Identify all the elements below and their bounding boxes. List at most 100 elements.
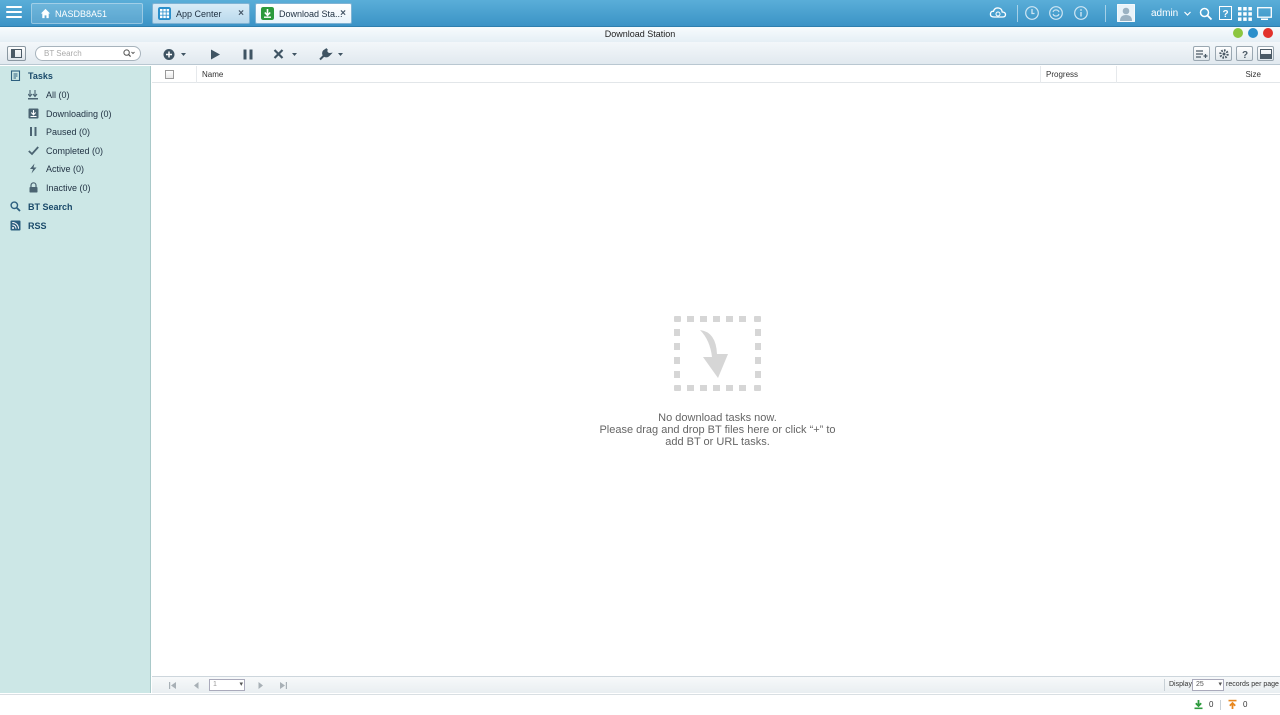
nas-home-button[interactable]: NASDB8A51	[31, 3, 143, 24]
records-per-page-value: 25	[1196, 681, 1204, 688]
next-page-icon[interactable]	[256, 681, 265, 690]
empty-message-line2: Please drag and drop BT files here or cl…	[599, 424, 836, 436]
task-list-settings-button[interactable]	[1193, 46, 1210, 61]
sidebar-item-label: All (0)	[46, 90, 70, 100]
top-bar: NASDB8A51 App Center × Download Sta... ×	[0, 0, 1280, 27]
sidebar-item-paused[interactable]: Paused (0)	[0, 123, 151, 141]
previous-page-icon[interactable]	[192, 681, 201, 690]
sidebar-item-all[interactable]: All (0)	[0, 86, 151, 104]
remove-task-button[interactable]	[272, 46, 300, 63]
user-name[interactable]: admin	[1151, 8, 1178, 19]
tab-label: App Center	[176, 9, 222, 19]
sidebar-item-label: Completed (0)	[46, 146, 104, 156]
window-title: Download Station	[604, 29, 676, 39]
close-tab-icon[interactable]: ×	[340, 4, 346, 24]
pause-icon	[30, 127, 37, 136]
search-icon[interactable]	[123, 49, 135, 58]
select-all-checkbox[interactable]	[165, 70, 174, 79]
column-header-size[interactable]: Size	[1245, 70, 1261, 79]
apps-grid-icon[interactable]	[1238, 6, 1252, 22]
desktop-icon[interactable]	[1257, 6, 1272, 22]
download-count: 0	[1209, 700, 1214, 709]
settings-button[interactable]	[1215, 46, 1232, 61]
page-number: 1	[213, 681, 217, 688]
user-avatar-icon[interactable]	[1117, 4, 1135, 22]
sync-icon[interactable]	[1048, 5, 1064, 21]
sidebar-toggle-button[interactable]	[7, 46, 26, 61]
sidebar-item-inactive[interactable]: Inactive (0)	[0, 179, 151, 197]
chevron-down-icon[interactable]	[1183, 9, 1192, 18]
pagination-bar: 1 ▾ Display 25 ▾ records per page	[152, 676, 1280, 693]
add-task-button[interactable]	[162, 46, 188, 63]
records-per-page-label: records per page	[1226, 681, 1279, 688]
display-label: Display	[1169, 681, 1192, 688]
search-icon	[10, 201, 21, 212]
checkmark-icon	[28, 146, 39, 156]
svg-text:?: ?	[1222, 9, 1228, 20]
chevron-down-icon: ▾	[1218, 681, 1222, 688]
sidebar-item-label: RSS	[28, 221, 47, 231]
sidebar-item-rss[interactable]: RSS	[0, 217, 151, 235]
status-bar: 0 0	[0, 694, 1280, 715]
maximize-icon[interactable]	[1248, 28, 1258, 38]
app-center-icon	[158, 7, 171, 20]
info-icon[interactable]	[1073, 5, 1089, 21]
separator	[1220, 700, 1221, 710]
column-divider	[196, 66, 197, 83]
search-icon[interactable]	[1199, 6, 1213, 22]
task-grid-header: Name Progress Size	[152, 66, 1280, 83]
sidebar-item-downloading[interactable]: Downloading (0)	[0, 105, 151, 123]
bt-search-input[interactable]	[44, 49, 122, 58]
page-number-select[interactable]: 1 ▾	[209, 679, 245, 691]
close-window-icon[interactable]	[1263, 28, 1273, 38]
column-header-name[interactable]: Name	[202, 70, 223, 79]
sidebar-item-bt-search[interactable]: BT Search	[0, 198, 151, 216]
start-button[interactable]	[208, 46, 222, 63]
nas-name: NASDB8A51	[55, 9, 108, 19]
clipboard-icon	[10, 70, 21, 81]
minimize-icon[interactable]	[1233, 28, 1243, 38]
sidebar-item-label: Paused (0)	[46, 127, 91, 137]
list-add-icon	[1196, 50, 1208, 58]
tab-download-station[interactable]: Download Sta... ×	[255, 3, 352, 24]
toolbar: ?	[0, 42, 1280, 65]
download-speed-icon	[1194, 700, 1203, 710]
help-button[interactable]: ?	[1236, 46, 1253, 61]
sidebar-item-completed[interactable]: Completed (0)	[0, 142, 151, 160]
main-menu-icon[interactable]	[6, 6, 22, 20]
bt-search-box	[35, 46, 141, 61]
sidebar-item-label: Active (0)	[46, 164, 85, 174]
chevron-down-icon: ▾	[239, 681, 243, 688]
sidebar-item-label: Inactive (0)	[46, 183, 91, 193]
column-divider	[1040, 66, 1041, 83]
column-divider	[1116, 66, 1117, 83]
svg-text:?: ?	[1242, 50, 1248, 60]
cloud-icon[interactable]	[989, 5, 1007, 21]
upload-speed-icon	[1228, 699, 1237, 709]
first-page-icon[interactable]	[168, 681, 177, 690]
pause-button[interactable]	[241, 46, 255, 63]
separator	[1105, 5, 1106, 22]
panel-icon	[11, 49, 22, 58]
records-per-page-select[interactable]: 25 ▾	[1192, 679, 1224, 691]
sidebar-item-active[interactable]: Active (0)	[0, 160, 151, 178]
help-icon[interactable]: ?	[1219, 6, 1232, 20]
tab-label: Download Sta...	[279, 9, 343, 19]
lock-icon	[29, 182, 38, 193]
close-tab-icon[interactable]: ×	[238, 4, 244, 24]
all-tasks-icon	[28, 90, 38, 100]
download-station-icon	[261, 7, 274, 20]
sidebar-item-tasks[interactable]: Tasks	[0, 67, 151, 85]
last-page-icon[interactable]	[279, 681, 288, 690]
background-task-icon[interactable]	[1024, 5, 1040, 21]
question-icon: ?	[1242, 50, 1248, 60]
column-header-progress[interactable]: Progress	[1046, 70, 1078, 79]
tab-app-center[interactable]: App Center ×	[152, 3, 250, 24]
downloading-icon	[28, 108, 39, 119]
tools-button[interactable]	[318, 46, 346, 63]
sidebar-item-label: Downloading (0)	[46, 109, 112, 119]
empty-state: No download tasks now. Please drag and d…	[580, 312, 855, 448]
rss-icon	[10, 220, 21, 231]
detail-panel-button[interactable]	[1257, 46, 1274, 61]
separator	[1164, 679, 1165, 691]
